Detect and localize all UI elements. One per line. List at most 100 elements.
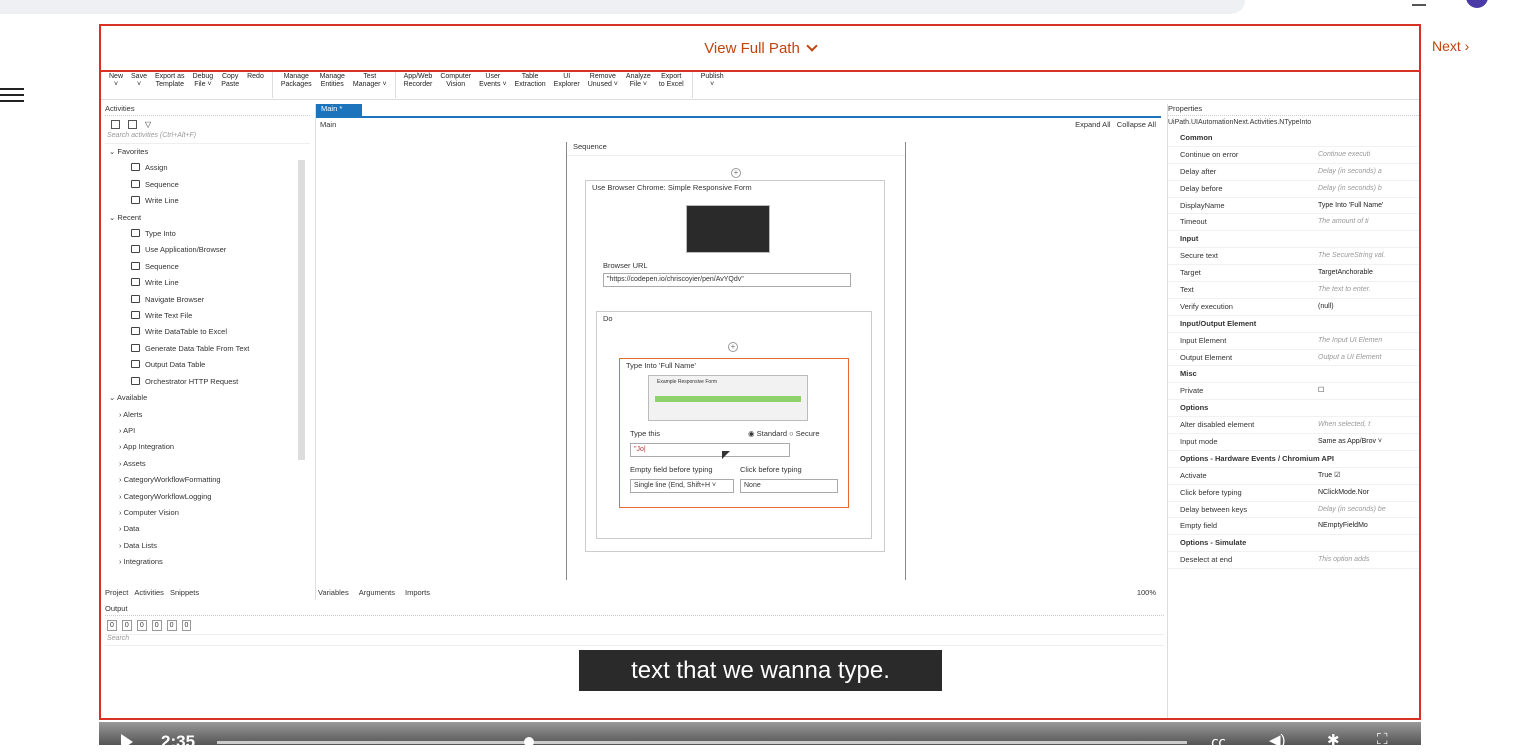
progress-knob[interactable] [524, 737, 534, 747]
panel-tab[interactable]: Snippets [170, 588, 199, 600]
output-search-input[interactable]: Search [105, 634, 1164, 646]
ribbon-button[interactable]: Publish ˅ [697, 72, 728, 90]
tree-category[interactable]: › Assets [105, 456, 310, 472]
panel-tab[interactable]: Project [105, 588, 128, 600]
ribbon-button[interactable]: Redo [243, 72, 268, 82]
property-row[interactable]: Verify execution (null) [1168, 299, 1419, 316]
property-row[interactable]: Private ☐ [1168, 383, 1419, 401]
input-type-radios[interactable]: ◉ Standard ○ Secure [748, 429, 820, 438]
activities-scrollbar[interactable] [298, 160, 305, 460]
empty-field-select[interactable]: Single line (End, Shift+H ˅ [630, 479, 734, 493]
tree-category[interactable]: › Integrations [105, 554, 310, 570]
property-row[interactable]: Alter disabled element When selected, t [1168, 417, 1419, 435]
property-value[interactable]: Delay (in seconds) a [1318, 164, 1419, 180]
tree-category[interactable]: › CategoryWorkflowLogging [105, 489, 310, 505]
avatar[interactable] [1466, 0, 1488, 8]
property-row[interactable]: Continue on error Continue executi [1168, 147, 1419, 164]
ribbon-button[interactable]: Analyze File ˅ [622, 72, 655, 90]
collapse-icon[interactable] [128, 119, 137, 129]
activity-item[interactable]: Write DataTable to Excel [105, 324, 310, 340]
view-full-path-button[interactable]: View Full Path [704, 40, 818, 57]
property-value[interactable]: True ☑ [1318, 468, 1419, 484]
property-row[interactable]: Secure text The SecureString val. [1168, 248, 1419, 266]
tree-category[interactable]: › Alerts [105, 407, 310, 423]
tree-group[interactable]: ⌄ Favorites [105, 144, 310, 160]
property-value[interactable]: Output a UI Element [1318, 350, 1419, 366]
canvas-tab[interactable]: Imports [405, 588, 430, 600]
property-value[interactable]: Delay (in seconds) be [1318, 502, 1419, 518]
activity-item[interactable]: Write Text File [105, 308, 310, 324]
ribbon-button[interactable]: Manage Packages [277, 72, 316, 90]
tab-main[interactable]: Main * [316, 104, 362, 116]
property-value[interactable]: NEmptyFieldMo [1318, 518, 1419, 534]
settings-icon[interactable]: ✱ [1327, 731, 1340, 749]
ribbon-button[interactable]: Debug File ˅ [189, 72, 218, 90]
output-filter-badge[interactable]: 0 [121, 619, 132, 631]
activity-item[interactable]: Orchestrator HTTP Request [105, 374, 310, 390]
add-activity-icon[interactable]: + [731, 168, 741, 178]
property-row[interactable]: Delay after Delay (in seconds) a [1168, 164, 1419, 181]
tree-group[interactable]: ⌄ Recent [105, 210, 310, 226]
ribbon-button[interactable]: Computer Vision [436, 72, 475, 90]
add-activity-icon[interactable]: + [728, 342, 738, 352]
browser-url-field[interactable]: "https://codepen.io/chriscoyier/pen/AvYQ… [603, 273, 851, 287]
property-value[interactable]: (null) [1318, 299, 1419, 315]
expand-icon[interactable] [111, 119, 120, 129]
tree-category[interactable]: › CategoryWorkflowFormatting [105, 472, 310, 488]
ribbon-button[interactable]: New ˅ [105, 72, 127, 90]
expand-all-link[interactable]: Expand All [1075, 120, 1110, 129]
tree-category[interactable]: › Data Lists [105, 538, 310, 554]
property-value[interactable]: Delay (in seconds) b [1318, 181, 1419, 197]
type-into-card[interactable]: Type Into 'Full Name' Example Responsive… [619, 358, 849, 508]
do-container[interactable]: Do + Type Into 'Full Name' Example Respo… [596, 311, 872, 539]
ribbon-button[interactable]: Test Manager ˅ [349, 72, 391, 90]
ribbon-button[interactable]: User Events ˅ [475, 72, 510, 90]
activity-item[interactable]: Navigate Browser [105, 292, 310, 308]
activity-item[interactable]: Assign [105, 160, 310, 176]
use-browser-card[interactable]: Use Browser Chrome: Simple Responsive Fo… [585, 180, 885, 552]
sequence-container[interactable]: Sequence + Use Browser Chrome: Simple Re… [566, 142, 906, 580]
property-row[interactable]: Click before typing NClickMode.Nor [1168, 485, 1419, 502]
property-row[interactable]: Delay before Delay (in seconds) b [1168, 181, 1419, 198]
property-row[interactable]: Input Element The Input UI Elemen [1168, 333, 1419, 350]
activity-item[interactable]: Generate Data Table From Text [105, 341, 310, 357]
tree-group[interactable]: ⌄ Available [105, 390, 310, 406]
property-row[interactable]: Empty field NEmptyFieldMo [1168, 518, 1419, 536]
ribbon-button[interactable]: UI Explorer [550, 72, 584, 90]
property-value[interactable]: NClickMode.Nor [1318, 485, 1419, 501]
tree-category[interactable]: › Computer Vision [105, 505, 310, 521]
tree-category[interactable]: › App Integration [105, 439, 310, 455]
property-value[interactable]: TargetAnchorable [1318, 265, 1419, 281]
ribbon-button[interactable]: Save ˅ [127, 72, 151, 90]
output-filter-badge[interactable]: 0 [107, 619, 117, 631]
play-icon[interactable] [121, 734, 133, 750]
property-row[interactable]: Text The text to enter. [1168, 282, 1419, 299]
activity-item[interactable]: Write Line [105, 275, 310, 291]
volume-icon[interactable]: ◀) [1269, 731, 1286, 749]
property-row[interactable]: Output Element Output a UI Element [1168, 350, 1419, 367]
address-bar[interactable] [0, 0, 1245, 14]
ribbon-button[interactable]: Table Extraction [511, 72, 550, 90]
output-filter-badge[interactable]: 0 [181, 619, 192, 631]
property-value[interactable]: Type Into 'Full Name' [1318, 198, 1419, 214]
property-row[interactable]: Delay between keys Delay (in seconds) be [1168, 502, 1419, 519]
property-value[interactable]: This option adds [1318, 552, 1419, 568]
next-link[interactable]: Next › [1432, 38, 1469, 54]
ribbon-button[interactable]: Remove Unused ˅ [584, 72, 622, 90]
property-row[interactable]: Timeout The amount of ti [1168, 214, 1419, 232]
property-value[interactable]: Continue executi [1318, 147, 1419, 163]
output-filter-badge[interactable]: 0 [151, 619, 162, 631]
property-row[interactable]: Deselect at end This option adds [1168, 552, 1419, 570]
property-row[interactable]: DisplayName Type Into 'Full Name' [1168, 198, 1419, 215]
filter-icon[interactable]: ▽ [145, 120, 154, 129]
activity-item[interactable]: Write Line [105, 193, 310, 209]
fullscreen-icon[interactable]: ⛶ [1377, 731, 1388, 748]
ribbon-button[interactable]: App/Web Recorder [400, 72, 437, 90]
type-this-input[interactable]: "Jo| [630, 443, 790, 457]
property-row[interactable]: Activate True ☑ [1168, 468, 1419, 485]
output-filter-badge[interactable]: 0 [136, 619, 147, 631]
ribbon-button[interactable]: Copy Paste [217, 72, 243, 90]
window-icon[interactable] [1412, 0, 1426, 6]
output-filter-badge[interactable]: 0 [166, 619, 177, 631]
activity-item[interactable]: Sequence [105, 259, 310, 275]
